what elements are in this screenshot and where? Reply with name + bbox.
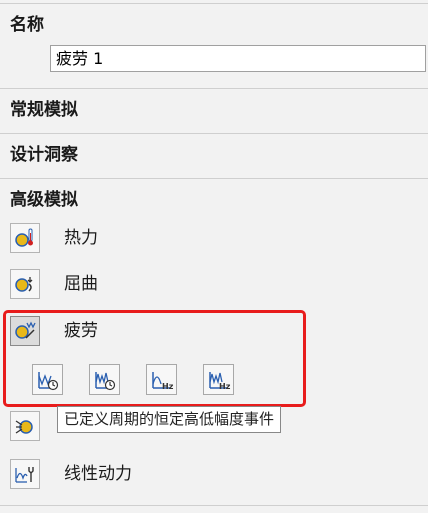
advanced-item-buckling[interactable]: 屈曲 [10,269,98,299]
bottom-divider [0,505,428,506]
top-divider [0,3,428,4]
divider [0,178,428,179]
advanced-item-label: 热力 [64,228,98,248]
random-vibration-fatigue-icon: Hz [208,371,231,391]
study-property-panel: 名称 疲劳 1 常规模拟 设计洞察 高级模拟 热力 屈曲 疲劳 Hz Hz 已定… [0,0,428,513]
study-name-input[interactable]: 疲劳 1 [50,45,426,72]
constant-amplitude-fatigue-icon [37,371,58,390]
divider [0,88,428,89]
advanced-item-thermal[interactable]: 热力 [10,223,98,253]
svg-text:Hz: Hz [162,382,174,391]
advanced-item-linear-dynamic[interactable]: 线性动力 [10,459,132,489]
variable-amplitude-fatigue-button[interactable] [89,364,120,395]
svg-text:Hz: Hz [219,382,231,391]
thermal-study-icon[interactable] [10,223,40,253]
fatigue-option-tooltip: 已定义周期的恒定高低幅度事件 [57,406,282,433]
harmonic-fatigue-icon: Hz [151,371,174,391]
advanced-item-label: 线性动力 [64,464,132,484]
divider [0,133,428,134]
linear-dynamic-icon[interactable] [10,459,40,489]
drop-test-icon[interactable] [10,411,40,441]
advanced-simulation-header[interactable]: 高级模拟 [10,190,78,210]
variable-amplitude-fatigue-icon [94,371,115,390]
constant-amplitude-fatigue-button[interactable] [32,364,63,395]
buckling-study-icon[interactable] [10,269,40,299]
name-section-title: 名称 [10,15,44,35]
advanced-item-drop-test[interactable] [10,411,40,441]
harmonic-fatigue-button[interactable]: Hz [146,364,177,395]
general-simulation-header[interactable]: 常规模拟 [10,100,78,120]
design-insight-header[interactable]: 设计洞察 [10,145,78,165]
advanced-item-label: 屈曲 [64,274,98,294]
random-vibration-fatigue-button[interactable]: Hz [203,364,234,395]
